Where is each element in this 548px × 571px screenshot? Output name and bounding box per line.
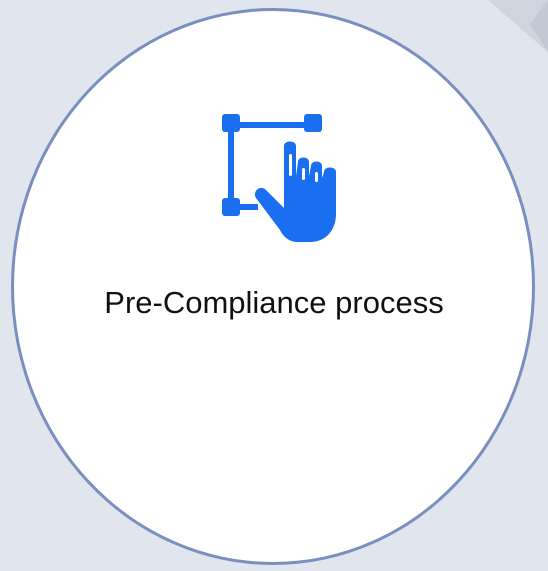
card-label: Pre-Compliance process [104, 285, 444, 320]
selection-hand-pointer-icon [222, 114, 336, 242]
